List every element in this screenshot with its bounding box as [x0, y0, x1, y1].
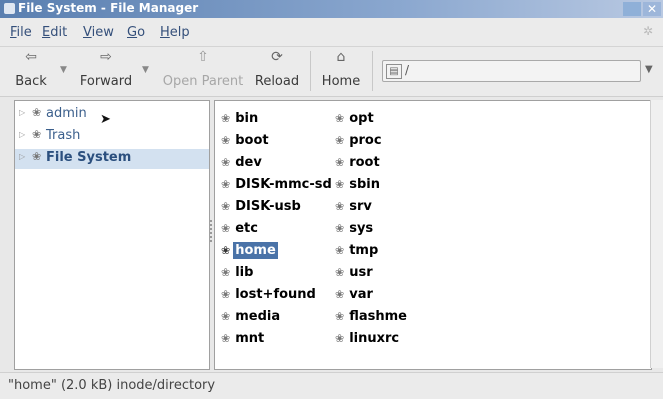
file-item[interactable]: ❀ sys — [335, 221, 375, 241]
home-icon: ⌂ — [336, 49, 346, 65]
file-item[interactable]: ❀ etc — [221, 221, 260, 241]
folder-icon: ❀ — [221, 332, 231, 345]
file-item[interactable]: ❀ usr — [335, 265, 375, 285]
file-item[interactable]: ❀ opt — [335, 111, 376, 131]
close-button[interactable]: ✕ — [643, 2, 661, 16]
mouse-cursor-icon: ➤ — [100, 112, 111, 127]
location-input[interactable]: ▤ / — [382, 60, 641, 82]
expander-icon[interactable]: ▷ — [19, 130, 25, 139]
reload-button[interactable]: ⟳ Reload — [252, 49, 302, 89]
file-item[interactable]: ❀ lib — [221, 265, 255, 285]
folder-icon: ❀ — [221, 288, 231, 301]
folder-icon: ❀ — [335, 134, 345, 147]
file-item[interactable]: ❀ boot — [221, 133, 271, 153]
resize-grip-icon: ✲ — [643, 24, 654, 38]
drive-icon: ❀ — [32, 150, 42, 163]
minimize-button[interactable] — [623, 2, 641, 16]
file-item[interactable]: ❀ linuxrc — [335, 331, 401, 351]
file-item[interactable]: ❀ bin — [221, 111, 260, 131]
menu-edit[interactable]: Edit — [42, 25, 67, 40]
folder-icon: ❀ — [221, 244, 231, 257]
window-title: File System - File Manager — [18, 1, 199, 15]
grip-handle[interactable] — [210, 220, 212, 244]
folder-icon: ❀ — [221, 200, 231, 213]
file-item-selected[interactable]: ❀ home — [221, 242, 278, 263]
location-dropdown-icon[interactable]: ▼ — [645, 64, 653, 75]
file-item[interactable]: ❀ DISK-usb — [221, 199, 303, 219]
title-bar: File System - File Manager ✕ — [0, 0, 663, 18]
file-view: ❀ bin ❀ boot ❀ dev ❀ DISK-mmc-sd ❀ DISK-usb ❀… — [214, 100, 652, 370]
forward-arrow-icon: ⇨ — [100, 49, 112, 65]
folder-icon: ❀ — [221, 156, 231, 169]
back-button[interactable]: ⇦ Back — [10, 49, 52, 89]
trash-icon: ❀ — [32, 128, 42, 141]
file-item[interactable]: ❀ tmp — [335, 243, 380, 263]
file-item[interactable]: ❀ DISK-mmc-sd — [221, 177, 334, 197]
forward-history-dropdown[interactable]: ▼ — [142, 65, 149, 75]
status-text: "home" (2.0 kB) inode/directory — [8, 378, 216, 393]
reload-icon: ⟳ — [271, 49, 283, 65]
file-icon: ❀ — [335, 332, 345, 345]
back-arrow-icon: ⇦ — [25, 49, 37, 65]
app-icon — [4, 3, 15, 14]
file-item[interactable]: ❀ mnt — [221, 331, 266, 351]
folder-icon: ❀ — [221, 134, 231, 147]
menu-help[interactable]: Help — [160, 25, 190, 40]
expander-icon[interactable]: ▷ — [19, 108, 25, 117]
file-item[interactable]: ❀ srv — [335, 199, 374, 219]
folder-icon: ❀ — [335, 156, 345, 169]
folder-icon: ❀ — [335, 288, 345, 301]
menu-bar: File Edit View Go Help ✲ — [0, 18, 663, 47]
file-item[interactable]: ❀ media — [221, 309, 282, 329]
up-arrow-icon: ⇧ — [197, 49, 209, 65]
folder-icon: ❀ — [335, 178, 345, 191]
sidebar-item-admin[interactable]: ▷ ❀ admin — [15, 105, 209, 125]
sidebar-item-trash[interactable]: ▷ ❀ Trash — [15, 127, 209, 147]
back-history-dropdown[interactable]: ▼ — [60, 65, 67, 75]
file-item[interactable]: ❀ flashme — [335, 309, 409, 329]
file-item[interactable]: ❀ lost+found — [221, 287, 318, 307]
forward-button[interactable]: ⇨ Forward — [76, 49, 136, 89]
folder-icon: ❀ — [32, 106, 42, 119]
toolbar-separator — [372, 51, 373, 91]
file-item[interactable]: ❀ dev — [221, 155, 264, 175]
file-item[interactable]: ❀ sbin — [335, 177, 382, 197]
folder-icon: ❀ — [221, 178, 231, 191]
open-parent-button[interactable]: ⇧ Open Parent — [158, 49, 248, 89]
sidebar-tree: ▷ ❀ admin ▷ ❀ Trash ▷ ❀ File System — [14, 100, 210, 370]
folder-icon: ❀ — [221, 310, 231, 323]
folder-icon: ❀ — [335, 266, 345, 279]
home-button[interactable]: ⌂ Home — [318, 49, 364, 89]
file-item[interactable]: ❀ root — [335, 155, 382, 175]
menu-go[interactable]: Go — [127, 25, 145, 40]
folder-icon: ❀ — [335, 200, 345, 213]
folder-icon: ❀ — [221, 266, 231, 279]
folder-icon: ❀ — [335, 222, 345, 235]
toolbar-separator — [310, 51, 311, 91]
folder-icon: ❀ — [335, 244, 345, 257]
vertical-scrollbar[interactable] — [650, 100, 663, 368]
file-item[interactable]: ❀ var — [335, 287, 375, 307]
expander-icon[interactable]: ▷ — [19, 152, 25, 161]
file-item[interactable]: ❀ proc — [335, 133, 384, 153]
menu-file[interactable]: File — [10, 25, 32, 40]
folder-icon: ❀ — [221, 222, 231, 235]
menu-view[interactable]: View — [83, 25, 114, 40]
status-bar: "home" (2.0 kB) inode/directory — [0, 372, 663, 399]
folder-icon: ❀ — [221, 112, 231, 125]
sidebar-item-file-system[interactable]: ▷ ❀ File System — [15, 149, 209, 169]
drive-icon: ▤ — [386, 64, 402, 79]
file-icon: ❀ — [335, 310, 345, 323]
folder-icon: ❀ — [335, 112, 345, 125]
